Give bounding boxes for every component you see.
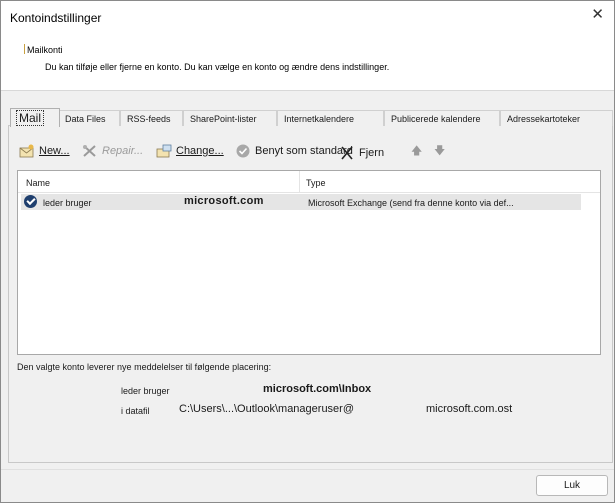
dialog-title: Kontoindstillinger — [10, 11, 102, 25]
account-email: microsoft.com — [184, 195, 264, 207]
dialog-header: Kontoindstillinger ✕ Mailkonti Du kan ti… — [1, 1, 614, 91]
column-header-type[interactable]: Type — [306, 178, 326, 188]
change-account-button[interactable]: Change... — [156, 141, 224, 161]
tab-mail[interactable]: Mail — [10, 108, 60, 127]
move-up-button[interactable]: 🡅 — [411, 141, 422, 161]
accounts-list[interactable]: Name Type leder bruger microsoft.com Mic… — [17, 170, 601, 355]
delivery-folder-value: microsoft.com\Inbox — [263, 383, 372, 395]
tab-address-books[interactable]: Adressekartoteker — [500, 110, 613, 126]
tab-data-files[interactable]: Data Files — [58, 110, 120, 126]
tab-published-calendars[interactable]: Publicerede kalendere — [384, 110, 500, 126]
remove-x-icon — [339, 146, 355, 160]
delivery-datafile-domain: microsoft.com.ost — [426, 403, 513, 415]
repair-tools-icon — [82, 144, 98, 158]
tab-sharepoint-lists[interactable]: SharePoint-lister — [183, 110, 277, 126]
column-divider[interactable] — [299, 171, 300, 193]
arrow-down-icon: 🡇 — [434, 144, 446, 157]
repair-account-label: Repair... — [102, 145, 144, 157]
close-icon[interactable]: ✕ — [591, 7, 604, 22]
tab-rss-feeds[interactable]: RSS-feeds — [120, 110, 183, 126]
delivery-datafile-path: C:\Users\...\Outlook\manageruser@ — [179, 403, 355, 415]
default-check-icon — [235, 144, 251, 158]
account-name: leder bruger — [43, 198, 92, 208]
column-header-name[interactable]: Name — [26, 178, 50, 188]
tab-mail-label: Mail — [15, 110, 45, 126]
tab-bar: Mail Data Files RSS-feeds SharePoint-lis… — [10, 108, 615, 127]
default-account-check-icon — [24, 195, 37, 208]
header-description: Du kan tilføje eller fjerne en konto. Du… — [45, 62, 390, 72]
set-default-button[interactable]: Benyt som standard — [235, 141, 353, 161]
list-header: Name Type — [18, 171, 600, 193]
footer-divider — [1, 469, 614, 470]
tab-internet-calendars[interactable]: Internetkalendere — [277, 110, 384, 126]
new-account-button[interactable]: New... — [19, 141, 70, 161]
account-row[interactable]: leder bruger microsoft.com Microsoft Exc… — [21, 194, 581, 210]
move-down-button[interactable]: 🡇 — [434, 141, 445, 161]
account-toolbar: New... Repair... Change... Benyt som sta… — [19, 141, 519, 161]
account-settings-dialog: Kontoindstillinger ✕ Mailkonti Du kan ti… — [0, 0, 615, 503]
new-account-label: New... — [39, 145, 70, 157]
close-button[interactable]: Luk — [536, 475, 608, 496]
change-account-label: Change... — [176, 145, 224, 157]
change-account-icon — [156, 144, 172, 158]
repair-account-button[interactable]: Repair... — [82, 141, 143, 161]
delivery-description: Den valgte konto leverer nye meddelelser… — [17, 362, 272, 372]
delivery-account-label: leder bruger — [121, 386, 170, 396]
delivery-datafile-label: i datafil — [121, 406, 150, 416]
remove-account-label: Fjern — [359, 147, 385, 159]
arrow-up-icon: 🡅 — [411, 144, 423, 157]
account-type: Microsoft Exchange (send fra denne konto… — [308, 198, 514, 208]
new-mail-icon — [19, 144, 35, 158]
remove-account-button[interactable]: Fjern — [339, 143, 384, 163]
header-heading: Mailkonti — [27, 45, 63, 55]
